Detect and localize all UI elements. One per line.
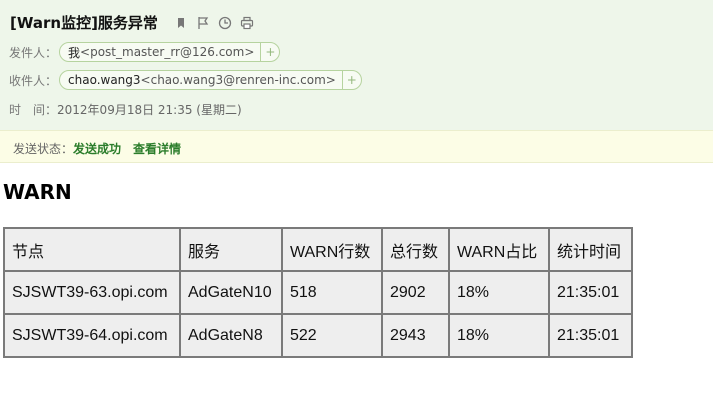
clock-icon[interactable] [218,16,232,30]
cell-total-lines: 2943 [381,313,450,358]
header-warn-ratio: WARN占比 [448,227,550,272]
email-subject: [Warn监控]服务异常 [10,14,158,32]
add-contact-icon[interactable]: + [260,43,279,61]
header-warn-lines: WARN行数 [281,227,383,272]
sender-row: 发件人： 我 <post_master_rr@126.com> + [9,42,281,62]
send-status-label: 发送状态： [13,142,74,156]
cell-warn-lines: 522 [281,313,383,358]
sender-label: 发件人： [9,45,58,60]
cell-node: SJSWT39-63.opi.com [3,270,181,315]
header-stat-time: 统计时间 [548,227,633,272]
recipient-address: <chao.wang3@renren-inc.com> [140,73,336,87]
sender-address: <post_master_rr@126.com> [80,45,255,59]
warn-table: 节点 服务 WARN行数 总行数 WARN占比 统计时间 SJSWT39-63.… [3,227,633,358]
email-header: [Warn监控]服务异常 发件人： 我 <post_master_rr@126.c… [0,0,713,131]
table-row: SJSWT39-63.opi.com AdGateN10 518 2902 18… [3,270,633,315]
cell-service: AdGateN10 [179,270,283,315]
cell-warn-lines: 518 [281,270,383,315]
table-header-row: 节点 服务 WARN行数 总行数 WARN占比 统计时间 [3,227,633,272]
time-value: 2012年09月18日 21:35 (星期二) [57,103,242,117]
print-icon[interactable] [240,16,254,30]
recipient-label: 收件人： [9,73,58,88]
send-status-bar: 发送状态：发送成功 查看详情 [0,130,713,163]
flag-icon[interactable] [196,16,210,30]
cell-node: SJSWT39-64.opi.com [3,313,181,358]
subject-row: [Warn监控]服务异常 [10,12,254,33]
recipient-row: 收件人： chao.wang3 <chao.wang3@renren-inc.co… [9,70,362,90]
recipient-pill[interactable]: chao.wang3 <chao.wang3@renren-inc.com> + [59,70,362,90]
sender-name: 我 [68,45,81,60]
view-details-link[interactable]: 查看详情 [133,142,181,156]
cell-service: AdGateN8 [179,313,283,358]
subject-toolbar [174,16,254,30]
cell-warn-ratio: 18% [448,313,550,358]
header-service: 服务 [179,227,283,272]
content-title: WARN [3,180,72,204]
cell-total-lines: 2902 [381,270,450,315]
cell-stat-time: 21:35:01 [548,270,633,315]
header-total-lines: 总行数 [381,227,450,272]
send-status-value: 发送成功 [73,142,122,156]
recipient-name: chao.wang3 [68,73,141,87]
cell-warn-ratio: 18% [448,270,550,315]
sender-pill[interactable]: 我 <post_master_rr@126.com> + [59,42,281,62]
header-node: 节点 [3,227,181,272]
add-contact-icon[interactable]: + [341,71,361,89]
table-row: SJSWT39-64.opi.com AdGateN8 522 2943 18%… [3,313,633,358]
cell-stat-time: 21:35:01 [548,313,633,358]
bookmark-icon[interactable] [174,16,188,30]
time-row: 时 间： 2012年09月18日 21:35 (星期二) [9,101,242,118]
time-label: 时 间： [9,103,58,117]
